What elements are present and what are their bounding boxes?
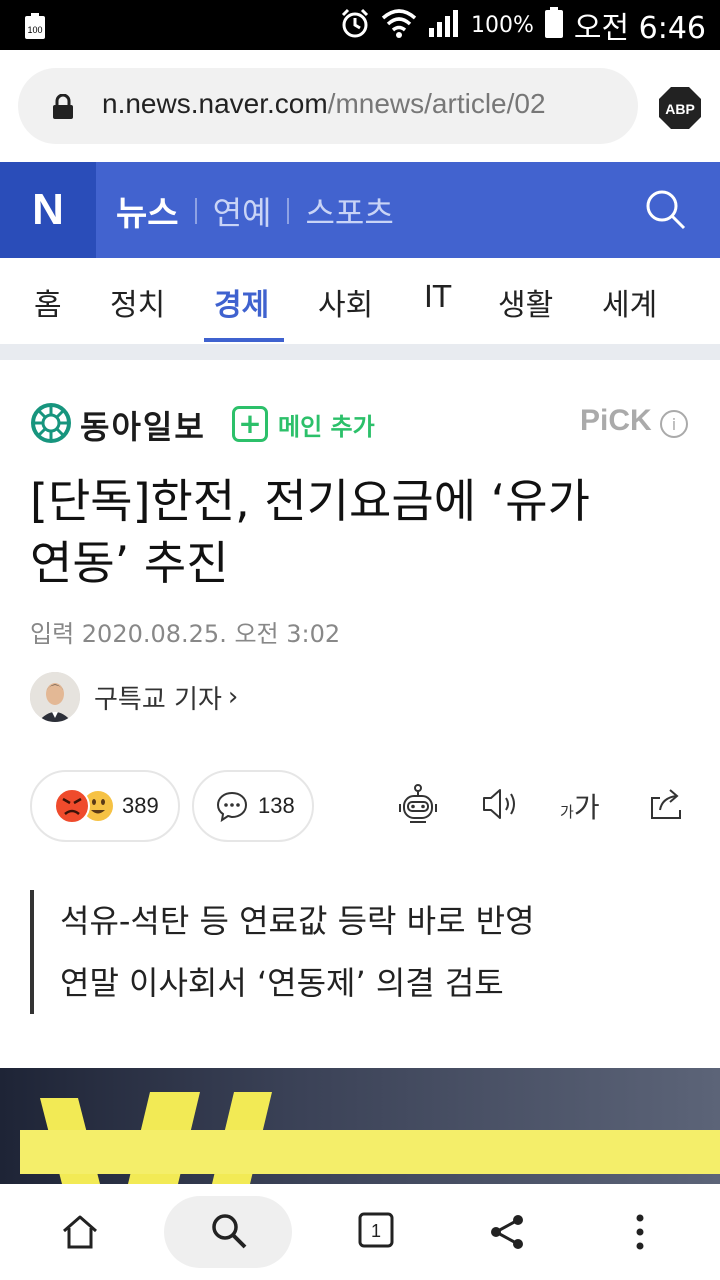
tab-world[interactable]: 세계 [602, 280, 657, 324]
section-divider [287, 197, 290, 224]
signal-icon [427, 8, 461, 42]
search-icon[interactable] [644, 188, 688, 236]
active-tab-indicator [204, 338, 284, 342]
author-name: 구특교 기자 [94, 684, 222, 715]
section-divider-band [0, 344, 720, 360]
more-icon[interactable] [630, 1212, 650, 1256]
status-bar: 100 100% 오전 6:46 [0, 0, 720, 50]
home-icon[interactable] [60, 1212, 100, 1256]
speaker-icon[interactable] [480, 784, 520, 828]
share-out-icon[interactable] [646, 784, 686, 828]
font-size-big: 가 [573, 791, 600, 824]
headline-line-1: [단독]한전, 전기요금에 ‘유가 [30, 474, 590, 528]
share-icon[interactable] [488, 1212, 528, 1256]
url-host: n.news.naver.com [102, 88, 328, 119]
article-photo[interactable] [0, 1068, 720, 1184]
url-text[interactable]: n.news.naver.com/mnews/article/02 [102, 88, 622, 120]
section-divider [194, 197, 197, 224]
author-link[interactable]: 구특교 기자 › [30, 672, 238, 722]
svg-text:1: 1 [371, 1221, 381, 1241]
font-size-button[interactable]: 가가 [560, 786, 600, 826]
comment-count: 138 [258, 793, 295, 818]
lock-icon[interactable] [52, 93, 74, 124]
battery-badge-icon: 100 [24, 12, 46, 44]
search-button[interactable] [164, 1196, 292, 1268]
info-icon[interactable]: i [660, 410, 688, 438]
adblock-icon[interactable]: ABP [658, 86, 702, 134]
emoji-reaction-icon [52, 786, 113, 826]
headline-line-2: 연동’ 추진 [30, 536, 229, 590]
reaction-button[interactable]: 389 [30, 770, 180, 842]
naver-header: N 뉴스 연예 스포츠 [0, 162, 720, 258]
tab-politics[interactable]: 정치 [110, 280, 165, 324]
tab-society[interactable]: 사회 [318, 280, 373, 324]
press-name: 동아일보 [80, 408, 206, 446]
article-date: 입력 2020.08.25. 오전 3:02 [30, 620, 341, 648]
section-news[interactable]: 뉴스 [116, 186, 179, 235]
address-bar[interactable]: n.news.naver.com/mnews/article/02 [18, 68, 638, 144]
pick-badge: PiCK [580, 404, 652, 437]
url-path: /mnews/article/02 [327, 88, 546, 119]
press-emblem-icon [30, 402, 72, 448]
chevron-right-icon: › [227, 682, 239, 712]
font-size-small: 가 [560, 803, 574, 821]
battery-percent: 100% [470, 12, 534, 38]
tab-home[interactable]: 홈 [34, 280, 62, 324]
article-headline: [단독]한전, 전기요금에 ‘유가 연동’ 추진 [30, 470, 690, 594]
tabs-icon[interactable]: 1 [358, 1212, 394, 1252]
search-icon [210, 1212, 248, 1254]
section-sports[interactable]: 스포츠 [305, 188, 393, 234]
browser-bottom-nav: 1 [0, 1184, 720, 1280]
browser-toolbar: n.news.naver.com/mnews/article/02 ABP [0, 50, 720, 162]
article-summary: 석유-석탄 등 연료값 등락 바로 반영 연말 이사회서 ‘연동제’ 의결 검토 [30, 890, 535, 1014]
plus-icon: + [232, 406, 268, 442]
tab-it[interactable]: IT [424, 280, 451, 315]
comment-button[interactable]: 138 [192, 770, 314, 842]
comment-icon [216, 790, 248, 822]
robot-summary-icon[interactable] [396, 784, 440, 832]
tab-life[interactable]: 생활 [498, 280, 553, 324]
tab-economy[interactable]: 경제 [214, 280, 269, 324]
press-logo[interactable]: 동아일보 [30, 402, 206, 448]
summary-line-1: 석유-석탄 등 연료값 등락 바로 반영 [60, 902, 535, 940]
reaction-count: 389 [122, 793, 159, 818]
battery-icon [544, 7, 564, 43]
section-entertainment[interactable]: 연예 [213, 188, 272, 234]
alarm-icon [339, 7, 371, 43]
naver-logo[interactable]: N [0, 162, 96, 258]
clock: 오전 6:46 [573, 11, 706, 46]
avatar [30, 672, 80, 722]
category-tabs: 홈 정치 경제 사회 IT 생활 세계 [0, 258, 720, 344]
svg-text:100: 100 [27, 25, 42, 35]
svg-text:ABP: ABP [665, 101, 695, 117]
summary-line-2: 연말 이사회서 ‘연동제’ 의결 검토 [60, 964, 504, 1002]
wifi-icon [381, 7, 417, 43]
main-add-label: 메인 추가 [278, 412, 375, 441]
main-add-button[interactable]: + 메인 추가 [232, 406, 375, 442]
